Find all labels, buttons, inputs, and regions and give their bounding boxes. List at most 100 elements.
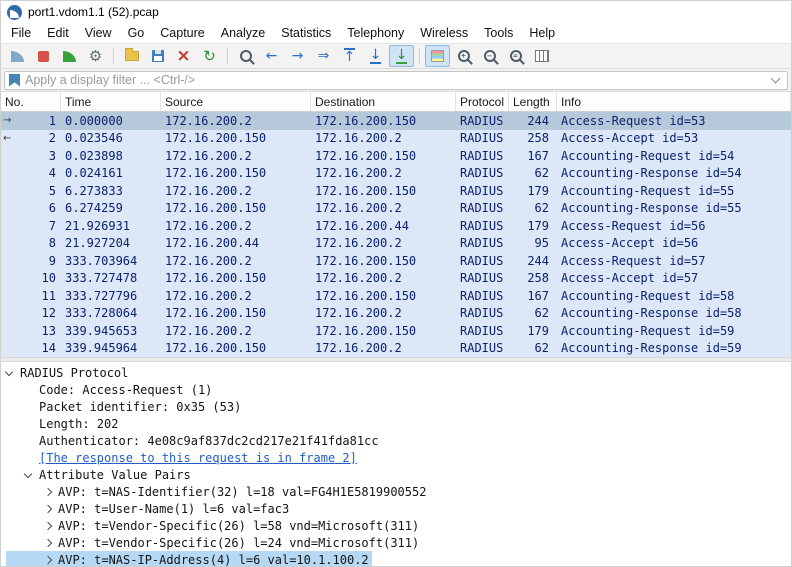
packet-row[interactable]: 13339.945653172.16.200.2172.16.200.150RA… — [1, 322, 791, 340]
packet-row[interactable]: 10333.727478172.16.200.150172.16.200.2RA… — [1, 270, 791, 288]
stop-capture-icon — [38, 51, 49, 62]
detail-line[interactable]: Length: 202 — [6, 415, 791, 432]
zoom-in-button[interactable]: + — [451, 45, 476, 67]
detail-text: AVP: t=Vendor-Specific(26) l=24 vnd=Micr… — [58, 536, 419, 550]
menu-file[interactable]: File — [3, 23, 39, 43]
wireshark-app-icon — [7, 5, 22, 20]
menu-edit[interactable]: Edit — [39, 23, 77, 43]
cell-info: Access-Accept id=57 — [557, 271, 791, 285]
find-packet-button[interactable] — [233, 45, 258, 67]
expand-caret-icon[interactable] — [44, 555, 52, 563]
menu-analyze[interactable]: Analyze — [213, 23, 273, 43]
cell-destination: 172.16.200.2 — [311, 131, 456, 145]
packet-row[interactable]: 40.024161172.16.200.150172.16.200.2RADIU… — [1, 165, 791, 183]
packet-row[interactable]: 821.927204172.16.200.44172.16.200.2RADIU… — [1, 235, 791, 253]
detail-line[interactable]: Packet identifier: 0x35 (53) — [6, 398, 791, 415]
detail-line[interactable]: [The response to this request is in fram… — [6, 449, 791, 466]
collapse-caret-icon[interactable] — [5, 367, 13, 375]
resize-columns-icon — [535, 50, 549, 62]
cell-time: 6.273833 — [61, 184, 161, 198]
detail-line[interactable]: Code: Access-Request (1) — [6, 381, 791, 398]
detail-text: RADIUS Protocol — [20, 366, 128, 380]
menu-telephony[interactable]: Telephony — [339, 23, 412, 43]
restart-capture-button[interactable] — [57, 45, 82, 67]
detail-line[interactable]: AVP: t=Vendor-Specific(26) l=24 vnd=Micr… — [6, 534, 791, 551]
start-capture-button[interactable] — [5, 45, 30, 67]
detail-line[interactable]: AVP: t=User-Name(1) l=6 val=fac3 — [6, 500, 791, 517]
cell-length: 62 — [509, 341, 557, 355]
detail-line[interactable]: Authenticator: 4e08c9af837dc2cd217e21f41… — [6, 432, 791, 449]
expand-caret-icon[interactable] — [44, 504, 52, 512]
packet-row[interactable]: →10.000000172.16.200.2172.16.200.150RADI… — [1, 112, 791, 130]
cell-destination: 172.16.200.150 — [311, 324, 456, 338]
save-file-button[interactable] — [145, 45, 170, 67]
packet-row[interactable]: ←20.023546172.16.200.150172.16.200.2RADI… — [1, 130, 791, 148]
resize-columns-button[interactable] — [529, 45, 554, 67]
go-last-button[interactable]: ↓ — [363, 45, 388, 67]
cell-source: 172.16.200.2 — [161, 184, 311, 198]
cell-info: Accounting-Response id=54 — [557, 166, 791, 180]
collapse-caret-icon[interactable] — [24, 469, 32, 477]
menu-go[interactable]: Go — [120, 23, 153, 43]
column-header-destination[interactable]: Destination — [311, 92, 456, 111]
cell-source: 172.16.200.150 — [161, 271, 311, 285]
cell-length: 244 — [509, 114, 557, 128]
menu-statistics[interactable]: Statistics — [273, 23, 339, 43]
packet-row[interactable]: 30.023898172.16.200.2172.16.200.150RADIU… — [1, 147, 791, 165]
caret-slot — [44, 523, 58, 529]
cell-source: 172.16.200.150 — [161, 201, 311, 215]
packet-row[interactable]: 11333.727796172.16.200.2172.16.200.150RA… — [1, 287, 791, 305]
expand-caret-icon[interactable] — [44, 521, 52, 529]
detail-line[interactable]: Attribute Value Pairs — [6, 466, 791, 483]
detail-line[interactable]: RADIUS Protocol — [6, 364, 791, 381]
detail-line[interactable]: AVP: t=NAS-IP-Address(4) l=6 val=10.1.10… — [6, 551, 791, 566]
open-file-button[interactable] — [119, 45, 144, 67]
go-back-button[interactable]: ← — [259, 45, 284, 67]
column-header-length[interactable]: Length — [509, 92, 557, 111]
filter-bookmark-icon[interactable] — [9, 74, 20, 87]
menu-capture[interactable]: Capture — [152, 23, 212, 43]
colorize-button[interactable] — [425, 45, 450, 67]
caret-slot — [44, 506, 58, 512]
cell-protocol: RADIUS — [456, 114, 509, 128]
close-file-button[interactable]: × — [171, 45, 196, 67]
detail-text: Attribute Value Pairs — [39, 468, 191, 482]
packet-row[interactable]: 14339.945964172.16.200.150172.16.200.2RA… — [1, 340, 791, 358]
go-first-button[interactable]: ↑ — [337, 45, 362, 67]
packet-row[interactable]: 12333.728064172.16.200.150172.16.200.2RA… — [1, 305, 791, 323]
cell-destination: 172.16.200.150 — [311, 184, 456, 198]
expand-caret-icon[interactable] — [44, 538, 52, 546]
filter-dropdown-icon[interactable] — [771, 74, 781, 84]
column-header-time[interactable]: Time — [61, 92, 161, 111]
packet-row[interactable]: 56.273833172.16.200.2172.16.200.150RADIU… — [1, 182, 791, 200]
reload-file-button[interactable]: ↻ — [197, 45, 222, 67]
cell-destination: 172.16.200.2 — [311, 166, 456, 180]
go-forward-button[interactable]: → — [285, 45, 310, 67]
column-header-protocol[interactable]: Protocol — [456, 92, 509, 111]
zoom-reset-button[interactable]: = — [503, 45, 528, 67]
menu-wireless[interactable]: Wireless — [412, 23, 476, 43]
detail-line[interactable]: AVP: t=Vendor-Specific(26) l=58 vnd=Micr… — [6, 517, 791, 534]
packet-row[interactable]: 9333.703964172.16.200.2172.16.200.150RAD… — [1, 252, 791, 270]
column-header-no[interactable]: No. — [1, 92, 61, 111]
auto-scroll-button[interactable]: ↓ — [389, 45, 414, 67]
response-frame-link[interactable]: [The response to this request is in fram… — [39, 451, 357, 465]
packet-list: No.TimeSourceDestinationProtocolLengthIn… — [1, 92, 791, 357]
menu-view[interactable]: View — [77, 23, 120, 43]
detail-line[interactable]: AVP: t=NAS-Identifier(32) l=18 val=FG4H1… — [6, 483, 791, 500]
stop-capture-button[interactable] — [31, 45, 56, 67]
capture-options-button[interactable]: ⚙ — [83, 45, 108, 67]
column-header-info[interactable]: Info — [557, 92, 791, 111]
packet-row[interactable]: 66.274259172.16.200.150172.16.200.2RADIU… — [1, 200, 791, 218]
go-to-packet-button[interactable]: ⇒ — [311, 45, 336, 67]
cell-protocol: RADIUS — [456, 236, 509, 250]
display-filter-input[interactable] — [25, 73, 767, 87]
expand-caret-icon[interactable] — [44, 487, 52, 495]
column-header-source[interactable]: Source — [161, 92, 311, 111]
toolbar-separator — [227, 48, 228, 64]
packet-row[interactable]: 721.926931172.16.200.2172.16.200.44RADIU… — [1, 217, 791, 235]
menu-tools[interactable]: Tools — [476, 23, 521, 43]
zoom-out-button[interactable]: − — [477, 45, 502, 67]
menu-help[interactable]: Help — [521, 23, 563, 43]
cell-time: 333.703964 — [61, 254, 161, 268]
